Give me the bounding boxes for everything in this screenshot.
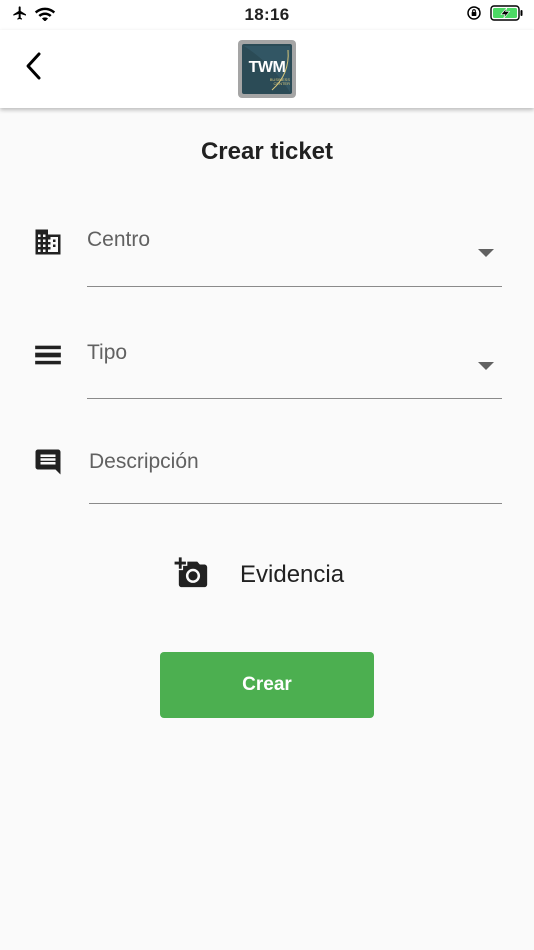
add-a-photo-icon xyxy=(174,556,212,595)
logo-text: TWM xyxy=(248,59,286,76)
comment-icon xyxy=(30,444,66,480)
chevron-down-icon xyxy=(478,362,494,370)
centro-dropdown[interactable]: Centro xyxy=(30,222,504,288)
tipo-underline xyxy=(87,398,502,399)
centro-underline xyxy=(87,286,502,287)
list-icon xyxy=(30,337,66,373)
tipo-label: Tipo xyxy=(87,341,128,364)
tipo-dropdown[interactable]: Tipo xyxy=(30,335,504,401)
descripcion-label: Descripción xyxy=(89,450,199,473)
chevron-down-icon xyxy=(478,249,494,257)
page-title: Crear ticket xyxy=(200,138,334,165)
evidencia-label: Evidencia xyxy=(240,561,345,588)
status-time: 18:16 xyxy=(244,5,290,24)
logo-subtext: BUSINESS CENTER xyxy=(269,77,290,86)
descripcion-underline xyxy=(89,503,502,504)
app-logo: TWM BUSINESS CENTER xyxy=(238,40,296,98)
app-bar: TWM BUSINESS CENTER xyxy=(0,30,534,108)
crear-button[interactable]: Crear xyxy=(160,652,374,718)
status-bar: 18:16 xyxy=(0,0,534,30)
logo-badge: TWM BUSINESS CENTER xyxy=(242,44,292,94)
battery-charging-icon xyxy=(490,5,524,26)
building-icon xyxy=(30,224,66,260)
status-right xyxy=(466,5,524,26)
chevron-left-icon xyxy=(23,51,45,86)
evidencia-button[interactable]: Evidencia xyxy=(174,555,344,595)
rotation-lock-icon xyxy=(466,5,482,26)
back-button[interactable] xyxy=(14,48,54,88)
descripcion-input[interactable]: Descripción xyxy=(30,444,504,506)
centro-label: Centro xyxy=(87,228,151,251)
